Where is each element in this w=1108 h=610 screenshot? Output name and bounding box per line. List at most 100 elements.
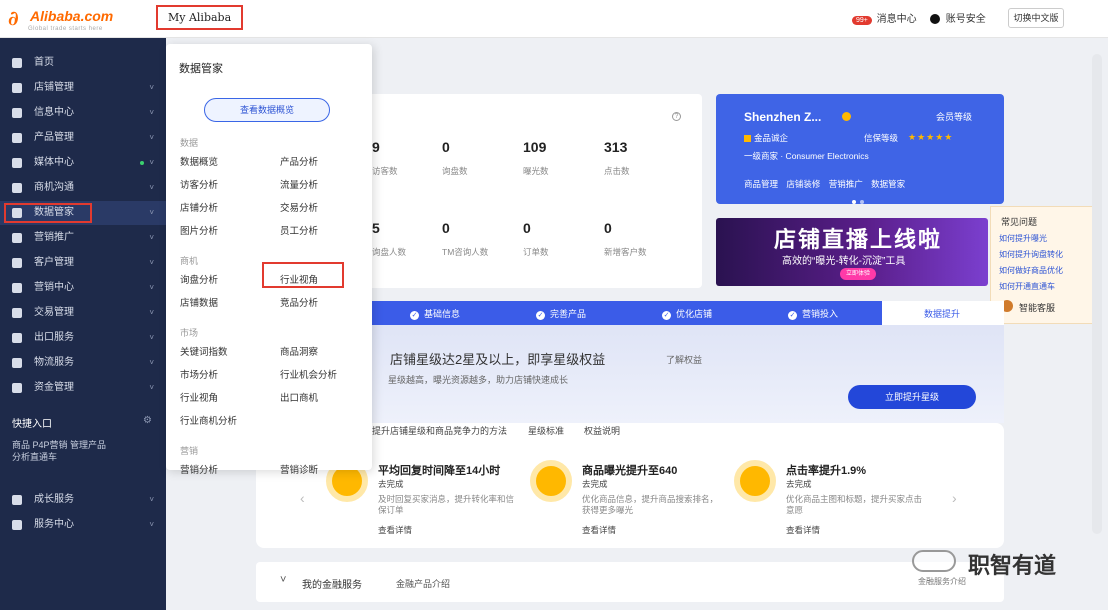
account-link[interactable]: 账号安全 xyxy=(930,10,986,25)
banner-dots[interactable] xyxy=(846,280,864,286)
section-title: 营销 xyxy=(180,446,199,456)
member-level[interactable]: 会员等级 xyxy=(936,110,972,123)
finance-title[interactable]: 我的金融服务 xyxy=(302,576,362,591)
scrollbar[interactable] xyxy=(1092,54,1102,534)
monitor-icon xyxy=(530,460,572,502)
chevron-down-icon[interactable]: ˅ xyxy=(280,574,286,586)
dropdown-link[interactable]: 交易分析 xyxy=(280,200,318,214)
sidebar-item-products[interactable]: 产品管理 ˅ xyxy=(0,126,166,150)
my-alibaba-link[interactable]: My Alibaba xyxy=(156,5,243,30)
feature-action[interactable]: 去完成 xyxy=(378,478,404,490)
dropdown-link[interactable]: 流量分析 xyxy=(280,177,318,191)
help-icon[interactable]: ? xyxy=(672,112,681,121)
shop-quick-links[interactable]: 商品管理 店铺装修 营销推广 数据管家 xyxy=(744,178,905,190)
sidebar-item-logistics[interactable]: 物流服务 ˅ xyxy=(0,351,166,375)
dropdown-link[interactable]: 商品洞察 xyxy=(280,344,318,358)
overview-button[interactable]: 查看数据概览 xyxy=(204,98,330,122)
step-item[interactable]: ✓ 完善产品 xyxy=(536,307,586,320)
sidebar-item-finance[interactable]: 资金管理 ˅ xyxy=(0,376,166,400)
dropdown-link[interactable]: 产品分析 xyxy=(280,154,318,168)
dropdown-link[interactable]: 市场分析 xyxy=(180,367,218,381)
sidebar-item-label: 信息中心 xyxy=(34,107,74,118)
step-item[interactable]: ✓ 优化店铺 xyxy=(662,307,712,320)
faq-link[interactable]: 如何做好商品优化 xyxy=(999,265,1063,276)
chevron-left-icon[interactable]: ‹ xyxy=(300,490,305,506)
live-stream-banner[interactable]: 店铺直播上线啦 高效的“曝光-转化-沉淀”工具 立即体验 xyxy=(716,218,988,286)
sidebar-item-marketing[interactable]: 营销推广 ˅ xyxy=(0,226,166,250)
dropdown-link[interactable]: 关键词指数 xyxy=(180,344,228,358)
sidebar-item-media[interactable]: 媒体中心 ˅ xyxy=(0,151,166,175)
dropdown-link[interactable]: 店铺分析 xyxy=(180,200,218,214)
feature-link[interactable]: 查看详情 xyxy=(786,524,820,536)
home-icon xyxy=(12,58,22,68)
step-item[interactable]: ✓ 基础信息 xyxy=(410,307,460,320)
finance-link[interactable]: 金融产品介绍 xyxy=(396,577,450,590)
dropdown-link[interactable]: 行业商机分析 xyxy=(180,413,237,427)
feature-desc: 优化商品主图和标题，提升买家点击意愿 xyxy=(786,494,923,515)
dropdown-link[interactable]: 营销分析 xyxy=(180,462,218,476)
sidebar-item-label: 资金管理 xyxy=(34,382,74,393)
tab-rights[interactable]: 权益说明 xyxy=(584,424,620,437)
dropdown-link[interactable]: 图片分析 xyxy=(180,223,218,237)
feature-desc: 优化商品信息，提升商品搜索排名，获得更多曝光 xyxy=(582,494,719,515)
feature-link[interactable]: 查看详情 xyxy=(378,524,412,536)
tab-standards[interactable]: 星级标准 xyxy=(528,424,564,437)
sidebar-item-customers[interactable]: 客户管理 ˅ xyxy=(0,251,166,275)
step-active[interactable]: 数据提升 xyxy=(924,307,960,320)
faq-link[interactable]: 如何提升询盘转化 xyxy=(999,249,1063,260)
banner-button[interactable]: 立即体验 xyxy=(840,268,876,280)
sidebar-item-export[interactable]: 出口服务 ˅ xyxy=(0,326,166,350)
sidebar-item-messages[interactable]: 商机沟通 ˅ xyxy=(0,176,166,200)
dropdown-link[interactable]: 行业视角 xyxy=(180,390,218,404)
feature-desc: 及时回复买家消息，提升转化率和信保订单 xyxy=(378,494,515,515)
sidebar-item-home[interactable]: 首页 xyxy=(0,51,166,75)
faq-link[interactable]: 如何开通直通车 xyxy=(999,281,1055,292)
top-header: ∂ Alibaba.com Global trade starts here M… xyxy=(0,0,1108,38)
promo-button[interactable]: 立即提升星级 xyxy=(848,385,976,409)
sidebar-item-service[interactable]: 服务中心 ˅ xyxy=(0,513,166,537)
faq-link[interactable]: 如何提升曝光 xyxy=(999,233,1047,244)
dropdown-link[interactable]: 出口商机 xyxy=(280,390,318,404)
feature-title: 平均回复时间降至14小时 xyxy=(378,465,501,477)
info-icon xyxy=(12,108,22,118)
step-item[interactable]: ✓ 营销投入 xyxy=(788,307,838,320)
dropdown-link[interactable]: 营销诊断 xyxy=(280,462,318,476)
sidebar-item-data[interactable]: 数据管家 ˅ xyxy=(0,201,166,225)
dropdown-link[interactable]: 店铺数据 xyxy=(180,295,218,309)
carousel-dots[interactable] xyxy=(852,195,868,207)
feature-action[interactable]: 去完成 xyxy=(582,478,608,490)
medal-icon xyxy=(842,112,851,121)
chevron-down-icon: ˅ xyxy=(149,308,154,317)
tab-methods[interactable]: 提升店铺星级和商品竞争力的方法 xyxy=(372,424,507,437)
sidebar-item-promo-center[interactable]: 营销中心 ˅ xyxy=(0,276,166,300)
bank-icon xyxy=(12,383,22,393)
sidebar-item-label: 客户管理 xyxy=(34,257,74,268)
sidebar-item-info[interactable]: 信息中心 ˅ xyxy=(0,101,166,125)
dropdown-link[interactable]: 员工分析 xyxy=(280,223,318,237)
messages-link[interactable]: 99+ 消息中心 xyxy=(852,10,917,25)
bar-chart-icon xyxy=(12,208,22,218)
dropdown-link[interactable]: 数据概览 xyxy=(180,154,218,168)
dropdown-link[interactable]: 访客分析 xyxy=(180,177,218,191)
chevron-down-icon: ˅ xyxy=(149,233,154,242)
dropdown-link[interactable]: 行业机会分析 xyxy=(280,367,337,381)
dropdown-link[interactable]: 询盘分析 xyxy=(180,272,218,286)
smart-service-link[interactable]: 智能客服 xyxy=(1019,301,1055,314)
export-icon xyxy=(12,333,22,343)
shop-name[interactable]: Shenzhen Z... xyxy=(744,110,821,124)
dropdown-link[interactable]: 竞品分析 xyxy=(280,295,318,309)
gear-icon[interactable]: ⚙ xyxy=(143,415,152,426)
chevron-down-icon: ˅ xyxy=(149,520,154,529)
shop-category: 一级商家 · Consumer Electronics xyxy=(744,151,869,161)
quick-entry-links[interactable]: 商品 P4P营销 管理产品 分析直通车 xyxy=(12,439,152,463)
sidebar-item-trade[interactable]: 交易管理 ˅ xyxy=(0,301,166,325)
sidebar-item-store[interactable]: 店铺管理 ˅ xyxy=(0,76,166,100)
switch-language-button[interactable]: 切换中文版 xyxy=(1008,8,1064,28)
watermark-sub: 金融服务介绍 xyxy=(918,577,966,586)
feature-action[interactable]: 去完成 xyxy=(786,478,812,490)
sidebar-item-growth[interactable]: 成长服务 ˅ xyxy=(0,488,166,512)
alibaba-logo[interactable]: ∂ Alibaba.com Global trade starts here xyxy=(8,6,148,34)
feature-link[interactable]: 查看详情 xyxy=(582,524,616,536)
promo-link[interactable]: 了解权益 xyxy=(666,353,702,366)
chevron-right-icon[interactable]: › xyxy=(952,490,957,506)
